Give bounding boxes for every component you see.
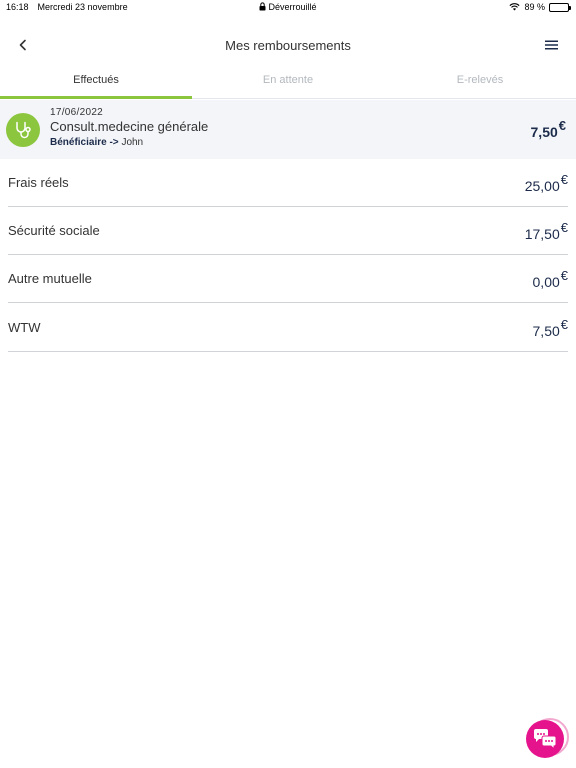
detail-row: Sécurité sociale 17,50 €: [8, 207, 568, 255]
detail-amount: 17,50 €: [525, 220, 568, 242]
status-right: 89 %: [509, 2, 571, 12]
tab-en-attente[interactable]: En attente: [192, 68, 384, 98]
detail-label: Frais réels: [8, 175, 69, 190]
detail-row: Autre mutuelle 0,00 €: [8, 255, 568, 303]
detail-label: Autre mutuelle: [8, 271, 92, 286]
tab-effectues[interactable]: Effectués: [0, 68, 192, 99]
detail-amount-value: 17,50: [524, 226, 560, 242]
detail-amount-value: 7,50: [532, 323, 560, 339]
chat-bubbles-icon: [534, 729, 557, 750]
battery-percent: 89 %: [524, 2, 545, 12]
detail-amount: 0,00 €: [533, 268, 568, 290]
tab-e-releves[interactable]: E-relevés: [384, 68, 576, 98]
claim-amount-value: 7,50: [530, 124, 558, 140]
page-title: Mes remboursements: [225, 38, 351, 53]
app-header: Mes remboursements: [0, 28, 576, 64]
detail-amount-value: 25,00: [524, 178, 560, 194]
claim-label: Consult.medecine générale: [50, 119, 209, 134]
detail-amount: 25,00 €: [525, 172, 568, 194]
detail-amount-currency: €: [560, 172, 568, 187]
chat-button[interactable]: [525, 718, 569, 760]
claim-date: 17/06/2022: [50, 107, 104, 118]
wifi-icon: [509, 3, 521, 11]
detail-label: WTW: [8, 320, 41, 335]
beneficiary-label: Bénéficiaire ->: [50, 137, 119, 148]
status-lock-text: Déverrouillé: [268, 2, 317, 12]
status-bar: 16:18 Mercredi 23 novembre Déverrouillé 8…: [0, 0, 576, 16]
stethoscope-icon: [16, 121, 31, 139]
chat-bubble: [526, 720, 564, 758]
hamburger-menu-icon: [544, 40, 558, 50]
detail-row: WTW 7,50 €: [8, 304, 568, 352]
detail-amount: 7,50 €: [533, 317, 568, 339]
claim-amount-currency: €: [558, 118, 566, 133]
detail-amount-currency: €: [560, 268, 568, 283]
detail-amount-currency: €: [560, 317, 568, 332]
claim-beneficiary: Bénéficiaire -> John: [50, 137, 143, 148]
battery-icon: [549, 2, 571, 12]
menu-button[interactable]: [540, 34, 562, 56]
claim-category-badge: [6, 113, 40, 147]
tab-bar: Effectués En attente E-relevés: [0, 68, 576, 99]
claim-summary-card[interactable]: 17/06/2022 Consult.medecine générale Bén…: [0, 100, 576, 159]
detail-amount-currency: €: [560, 220, 568, 235]
beneficiary-name: John: [121, 137, 144, 148]
detail-label: Sécurité sociale: [8, 223, 100, 238]
detail-row: Frais réels 25,00 €: [8, 159, 568, 207]
claim-amount: 7,50 €: [531, 118, 566, 140]
status-lock: Déverrouillé: [0, 2, 576, 12]
detail-amount-value: 0,00: [532, 274, 560, 290]
lock-icon: [259, 2, 266, 11]
